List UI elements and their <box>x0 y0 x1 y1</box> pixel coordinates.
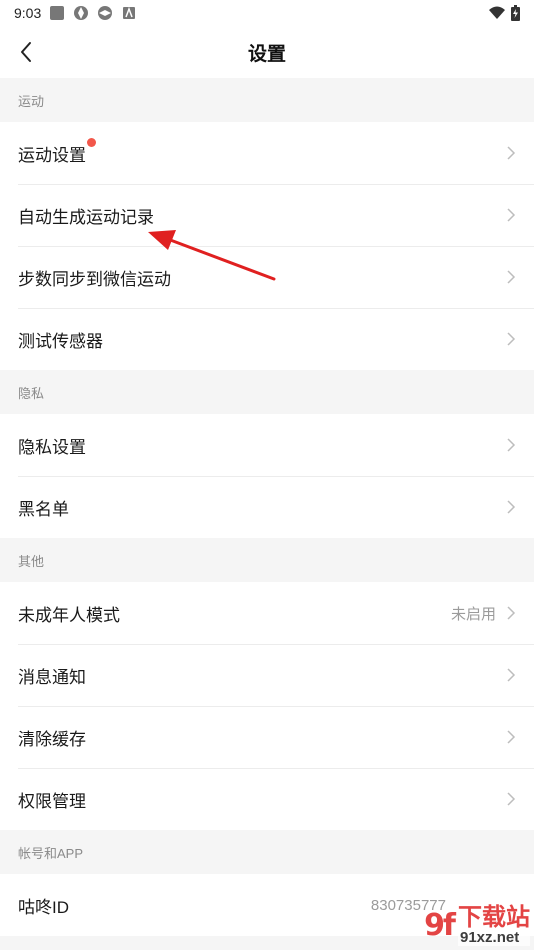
row-right <box>506 500 516 514</box>
watermark-url: 91xz.net <box>458 930 530 946</box>
section-sport: 运动设置 自动生成运动记录 步数同步到微信运动 测试传感器 <box>0 122 534 370</box>
chevron-right-icon <box>507 208 516 222</box>
settings-row-permissions[interactable]: 权限管理 <box>0 768 534 830</box>
row-label: 咕咚ID <box>18 897 69 917</box>
row-label: 步数同步到微信运动 <box>18 269 171 289</box>
row-label: 消息通知 <box>18 667 86 687</box>
row-label: 未成年人模式 <box>18 605 120 625</box>
section-privacy: 隐私设置 黑名单 <box>0 414 534 538</box>
settings-row-notifications[interactable]: 消息通知 <box>0 644 534 706</box>
watermark: 9f 下载站 91xz.net <box>424 905 530 946</box>
section-header-sport: 运动 <box>0 78 534 122</box>
row-right <box>506 270 516 284</box>
section-header-other: 其他 <box>0 538 534 582</box>
section-other: 未成年人模式 未启用 消息通知 清除缓存 权限管理 <box>0 582 534 830</box>
minor-mode-status: 未启用 <box>450 605 496 623</box>
chevron-right-icon <box>507 730 516 744</box>
row-label-wrap: 运动设置 <box>18 137 96 166</box>
page-title: 设置 <box>247 43 286 65</box>
status-time: 9:03 <box>14 5 42 21</box>
settings-row-test-sensor[interactable]: 测试传感器 <box>0 308 534 370</box>
settings-row-auto-record[interactable]: 自动生成运动记录 <box>0 184 534 246</box>
chevron-right-icon <box>507 668 516 682</box>
chevron-left-icon <box>21 42 31 62</box>
settings-row-privacy[interactable]: 隐私设置 <box>0 414 534 476</box>
row-label: 隐私设置 <box>18 437 86 457</box>
a-notification-icon <box>123 6 136 19</box>
row-right <box>506 438 516 452</box>
wifi-icon <box>489 6 505 19</box>
chevron-right-icon <box>507 438 516 452</box>
nav-bar: 设置 <box>0 26 534 78</box>
row-label: 黑名单 <box>18 499 69 519</box>
chevron-right-icon <box>507 270 516 284</box>
app-notification-icon <box>50 6 65 20</box>
settings-row-clear-cache[interactable]: 清除缓存 <box>0 706 534 768</box>
row-label: 自动生成运动记录 <box>18 207 154 227</box>
chevron-right-icon <box>507 500 516 514</box>
watermark-text: 下载站 <box>458 904 530 932</box>
watermark-text-group: 下载站 91xz.net <box>458 905 530 946</box>
settings-row-sport-settings[interactable]: 运动设置 <box>0 122 534 184</box>
section-header-account: 帐号和APP <box>0 830 534 874</box>
row-right: 未启用 <box>451 603 516 624</box>
back-button[interactable] <box>10 36 42 68</box>
row-right <box>506 730 516 744</box>
chevron-right-icon <box>507 332 516 346</box>
row-right <box>506 146 516 160</box>
row-right <box>506 668 516 682</box>
battery-icon <box>511 5 520 21</box>
new-badge-dot <box>87 137 96 147</box>
row-label: 权限管理 <box>18 791 86 811</box>
chevron-right-icon <box>507 792 516 806</box>
row-right <box>506 792 516 806</box>
watermark-logo: 9f <box>424 908 456 944</box>
aperture-icon-2 <box>98 6 113 20</box>
section-header-privacy: 隐私 <box>0 370 534 414</box>
chevron-right-icon <box>507 606 516 620</box>
status-bar: 9:03 <box>0 0 534 26</box>
row-right <box>506 208 516 222</box>
row-label: 清除缓存 <box>18 729 86 749</box>
settings-row-wechat-sync[interactable]: 步数同步到微信运动 <box>0 246 534 308</box>
row-label: 测试传感器 <box>18 331 103 351</box>
row-label: 运动设置 <box>18 145 86 165</box>
chevron-right-icon <box>507 146 516 160</box>
settings-row-minor-mode[interactable]: 未成年人模式 未启用 <box>0 582 534 644</box>
row-right <box>506 332 516 346</box>
settings-row-blacklist[interactable]: 黑名单 <box>0 476 534 538</box>
aperture-icon <box>74 6 89 20</box>
